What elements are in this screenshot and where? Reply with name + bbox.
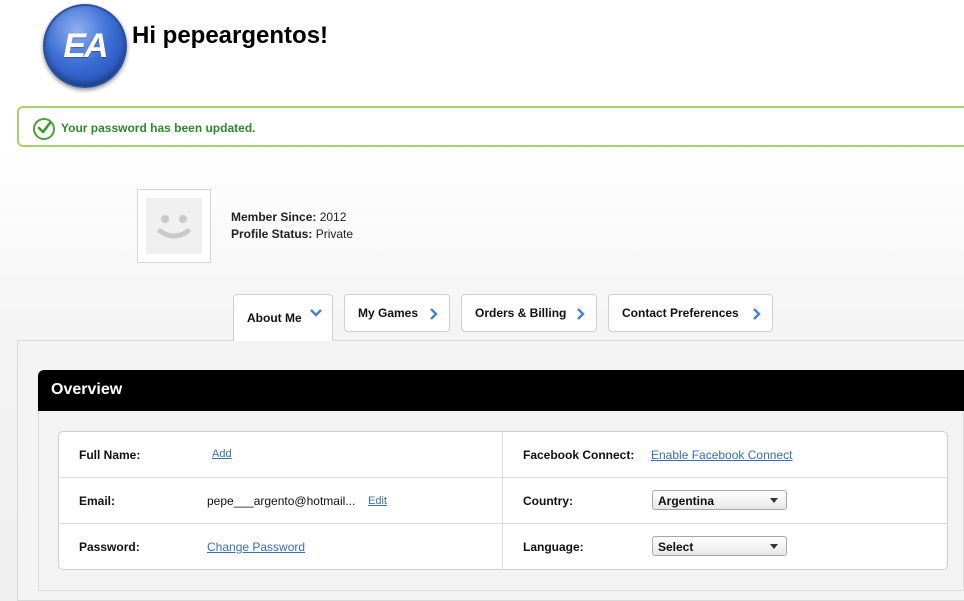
email-value: pepe___argento@hotmail... [207,494,356,508]
country-label: Country: [523,494,573,508]
row-divider [59,523,947,524]
overview-title: Overview [51,381,123,398]
tab-contact-preferences-label: Contact Preferences [622,306,739,320]
chevron-down-icon [310,309,322,317]
dropdown-arrow-icon [770,498,778,503]
checkmark-icon [33,118,55,140]
account-details-table: Full Name: Add Facebook Connect: Enable … [58,431,948,570]
edit-email-link[interactable]: Edit [368,495,387,507]
member-since-value: 2012 [319,210,347,224]
tab-my-games-label: My Games [358,306,419,320]
chevron-right-icon [753,308,761,320]
avatar-placeholder-icon [146,198,202,254]
member-info: Member Since: 2012 Profile Status: Priva… [231,209,353,243]
success-banner: Your password has been updated. [17,106,964,147]
change-password-link[interactable]: Change Password [207,540,305,554]
column-divider [502,432,503,569]
facebook-connect-label: Facebook Connect: [523,448,635,462]
country-select-value: Argentina [658,494,715,508]
tab-about-me[interactable]: About Me [233,294,333,341]
logo-text: EA [63,26,108,65]
add-full-name-link[interactable]: Add [212,448,232,460]
chevron-right-icon [430,308,438,320]
profile-status-label: Profile Status: [231,227,313,241]
overview-header: Overview [38,370,964,411]
email-label: Email: [79,494,116,508]
enable-facebook-connect-link[interactable]: Enable Facebook Connect [651,448,792,462]
chevron-right-icon [577,308,585,320]
profile-status-value: Private [315,227,354,241]
country-select[interactable]: Argentina [652,490,787,510]
tab-about-me-label: About Me [247,311,302,325]
tab-my-games[interactable]: My Games [344,294,450,332]
language-select-value: Select [658,540,694,554]
member-since-label: Member Since: [231,210,317,224]
dropdown-arrow-icon [770,544,778,549]
tab-orders-billing[interactable]: Orders & Billing [461,294,597,332]
success-message: Your password has been updated. [61,121,256,135]
avatar [137,189,211,263]
row-divider [59,477,947,478]
language-select[interactable]: Select [652,536,787,556]
greeting-title: Hi pepeargentos! [132,22,329,49]
full-name-label: Full Name: [79,448,141,462]
tab-contact-preferences[interactable]: Contact Preferences [608,294,773,332]
tab-orders-billing-label: Orders & Billing [475,306,567,320]
password-label: Password: [79,540,140,554]
ea-logo[interactable]: EA [43,4,127,88]
language-label: Language: [523,540,584,554]
